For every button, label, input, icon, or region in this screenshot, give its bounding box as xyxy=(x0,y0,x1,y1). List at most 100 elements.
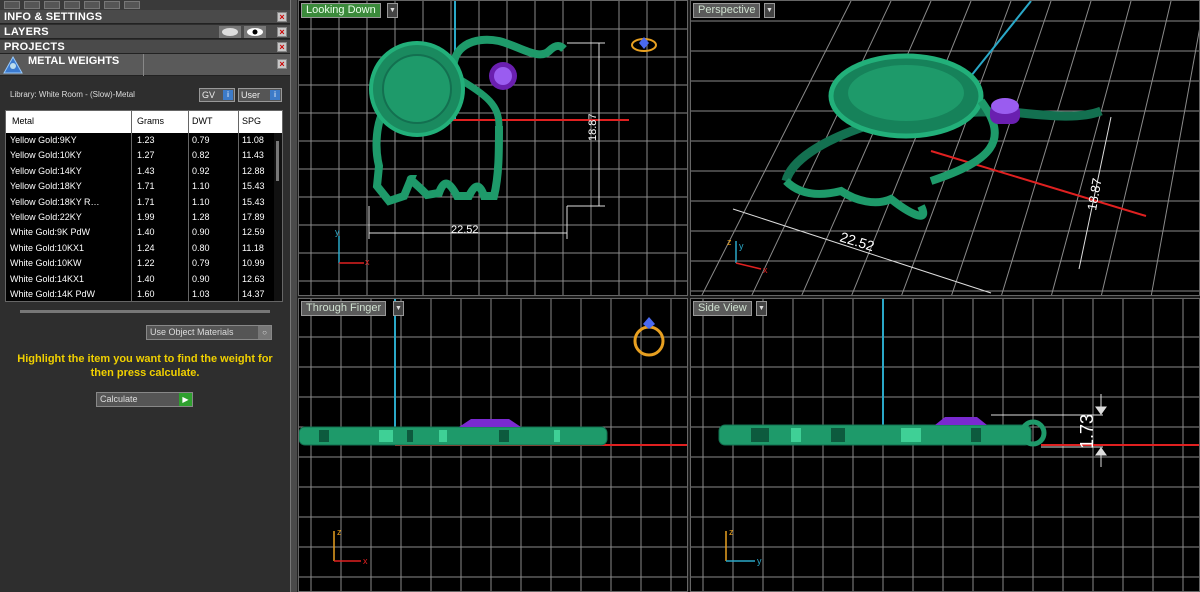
table-scrollbar[interactable] xyxy=(274,133,282,301)
cell-grams: 1.43 xyxy=(137,165,155,176)
eye-icon[interactable] xyxy=(244,26,266,38)
table-row[interactable]: White Gold:9K PdW 1.40 0.90 12.59 xyxy=(6,225,276,240)
table-row[interactable]: Yellow Gold:9KY 1.23 0.79 11.08 xyxy=(6,133,276,148)
table-row[interactable]: White Gold:10KX1 1.24 0.80 11.18 xyxy=(6,241,276,256)
ring-gizmo-icon[interactable] xyxy=(633,317,665,357)
table-row[interactable]: Yellow Gold:22KY 1.99 1.28 17.89 xyxy=(6,210,276,225)
cell-grams: 1.71 xyxy=(137,181,155,192)
cell-dwt: 1.10 xyxy=(192,196,210,207)
col-dwt[interactable]: DWT xyxy=(192,116,213,126)
projects-header[interactable]: PROJECTS × xyxy=(0,40,290,54)
col-spg[interactable]: SPG xyxy=(242,116,261,126)
viewport-menu-icon[interactable]: ▼ xyxy=(387,3,398,18)
table-row[interactable]: White Gold:14KX1 1.40 0.90 12.63 xyxy=(6,272,276,287)
thickness-dimension: 1.73 xyxy=(1077,414,1097,449)
cell-grams: 1.60 xyxy=(137,289,155,299)
table-row[interactable]: White Gold:14K PdW 1.60 1.03 14.37 xyxy=(6,287,276,301)
toolbar-button[interactable] xyxy=(104,1,120,9)
elephant-model-3d[interactable] xyxy=(781,53,1103,220)
toolbar-button[interactable] xyxy=(64,1,80,9)
close-icon[interactable]: × xyxy=(277,12,287,22)
cell-dwt: 0.82 xyxy=(192,150,210,161)
svg-text:y: y xyxy=(335,227,340,237)
info-settings-header[interactable]: INFO & SETTINGS × xyxy=(0,10,290,24)
toolbar-button[interactable] xyxy=(24,1,40,9)
layers-title: LAYERS xyxy=(4,26,49,38)
horizontal-scrollbar[interactable] xyxy=(20,310,270,313)
gv-label: GV xyxy=(202,90,216,100)
column-divider xyxy=(238,111,239,301)
viewport-perspective[interactable]: 22.52 18.87 z y x Perspective ▼ xyxy=(690,0,1200,296)
toolbar-button[interactable] xyxy=(44,1,60,9)
close-icon[interactable]: × xyxy=(277,42,287,52)
perspective-canvas: 22.52 18.87 z y x xyxy=(691,1,1199,295)
panel-splitter[interactable] xyxy=(290,0,298,592)
viewport-menu-icon[interactable]: ▼ xyxy=(756,301,767,316)
width-dimension-3d: 22.52 xyxy=(838,229,876,255)
left-panel: INFO & SETTINGS × LAYERS × PROJECTS × ME… xyxy=(0,0,290,592)
top-view-canvas: 22.52 18.87 y x xyxy=(299,1,687,295)
svg-text:z: z xyxy=(729,527,734,537)
user-toggle[interactable]: User i xyxy=(238,88,282,102)
table-row[interactable]: Yellow Gold:18KY R… 1.71 1.10 15.43 xyxy=(6,195,276,210)
table-row[interactable]: Yellow Gold:14KY 1.43 0.92 12.88 xyxy=(6,164,276,179)
metal-weights-header[interactable]: METAL WEIGHTS × xyxy=(0,54,290,76)
cell-grams: 1.99 xyxy=(137,212,155,222)
table-row[interactable]: Yellow Gold:10KY 1.27 0.82 11.43 xyxy=(6,148,276,163)
svg-text:x: x xyxy=(363,556,368,566)
axis-gizmo: y x xyxy=(335,227,370,267)
gv-toggle[interactable]: GV i xyxy=(199,88,235,102)
scroll-thumb[interactable] xyxy=(276,141,279,181)
toolbar-strip xyxy=(0,0,290,10)
svg-text:x: x xyxy=(365,257,370,267)
layers-header[interactable]: LAYERS × xyxy=(0,25,290,39)
toolbar-button[interactable] xyxy=(124,1,140,9)
cell-metal: Yellow Gold:18KY R… xyxy=(10,196,100,207)
column-divider xyxy=(188,111,189,301)
viewport-label-perspective[interactable]: Perspective xyxy=(693,3,761,18)
viewport-menu-icon[interactable]: ▼ xyxy=(393,301,404,316)
info-settings-title: INFO & SETTINGS xyxy=(4,11,103,23)
dropdown-icon[interactable]: ○ xyxy=(258,326,271,339)
info-icon: i xyxy=(223,90,233,100)
svg-text:z: z xyxy=(337,527,342,537)
library-label: Library: White Room - (Slow)-Metal xyxy=(10,90,135,99)
close-icon[interactable]: × xyxy=(277,59,287,69)
viewport-side-view[interactable]: 1.73 z y Side View ▼ xyxy=(690,298,1200,592)
calculate-button[interactable]: Calculate ▶ xyxy=(96,392,193,407)
eye-toggle-icon[interactable] xyxy=(219,26,241,38)
viewport-looking-down[interactable]: 22.52 18.87 y x Looking Down ▼ xyxy=(298,0,688,296)
cell-grams: 1.23 xyxy=(137,135,155,145)
col-grams[interactable]: Grams xyxy=(137,116,164,126)
col-metal[interactable]: Metal xyxy=(12,116,34,126)
viewport-through-finger[interactable]: z x Through Finger ▼ xyxy=(298,298,688,592)
cell-metal: White Gold:10KX1 xyxy=(10,242,85,253)
viewport-menu-icon[interactable]: ▼ xyxy=(764,3,775,18)
metal-table: Metal Grams DWT SPG Yellow Gold:9KY 1.23 0… xyxy=(5,110,283,302)
cell-dwt: 0.90 xyxy=(192,227,210,238)
jewelry-cad-app: INFO & SETTINGS × LAYERS × PROJECTS × ME… xyxy=(0,0,1200,592)
play-icon: ▶ xyxy=(179,393,192,406)
table-row[interactable]: White Gold:10KW 1.22 0.79 10.99 xyxy=(6,256,276,271)
scale-icon xyxy=(3,55,23,74)
table-row[interactable]: Yellow Gold:18KY 1.71 1.10 15.43 xyxy=(6,179,276,194)
cell-grams: 1.40 xyxy=(137,227,155,238)
ring-gizmo-icon[interactable] xyxy=(631,37,657,52)
cell-dwt: 0.92 xyxy=(192,165,210,176)
elephant-model-front[interactable] xyxy=(299,419,608,446)
viewport-label-side-view[interactable]: Side View xyxy=(693,301,752,316)
table-header: Metal Grams DWT SPG xyxy=(6,111,282,133)
close-icon[interactable]: × xyxy=(277,27,287,37)
cell-metal: White Gold:9K PdW xyxy=(10,227,91,238)
metal-weights-title: METAL WEIGHTS xyxy=(28,55,120,67)
cell-metal: White Gold:14KX1 xyxy=(10,273,85,284)
viewport-label-through-finger[interactable]: Through Finger xyxy=(301,301,387,316)
viewport-label-looking-down[interactable]: Looking Down xyxy=(301,3,381,18)
elephant-model-side[interactable] xyxy=(718,417,1047,447)
toolbar-button[interactable] xyxy=(84,1,100,9)
toolbar-button[interactable] xyxy=(4,1,20,9)
height-dimension-3d: 18.87 xyxy=(1084,177,1104,212)
material-select[interactable]: Use Object Materials ○ xyxy=(146,325,272,340)
column-divider xyxy=(131,111,132,301)
divider xyxy=(143,54,144,76)
